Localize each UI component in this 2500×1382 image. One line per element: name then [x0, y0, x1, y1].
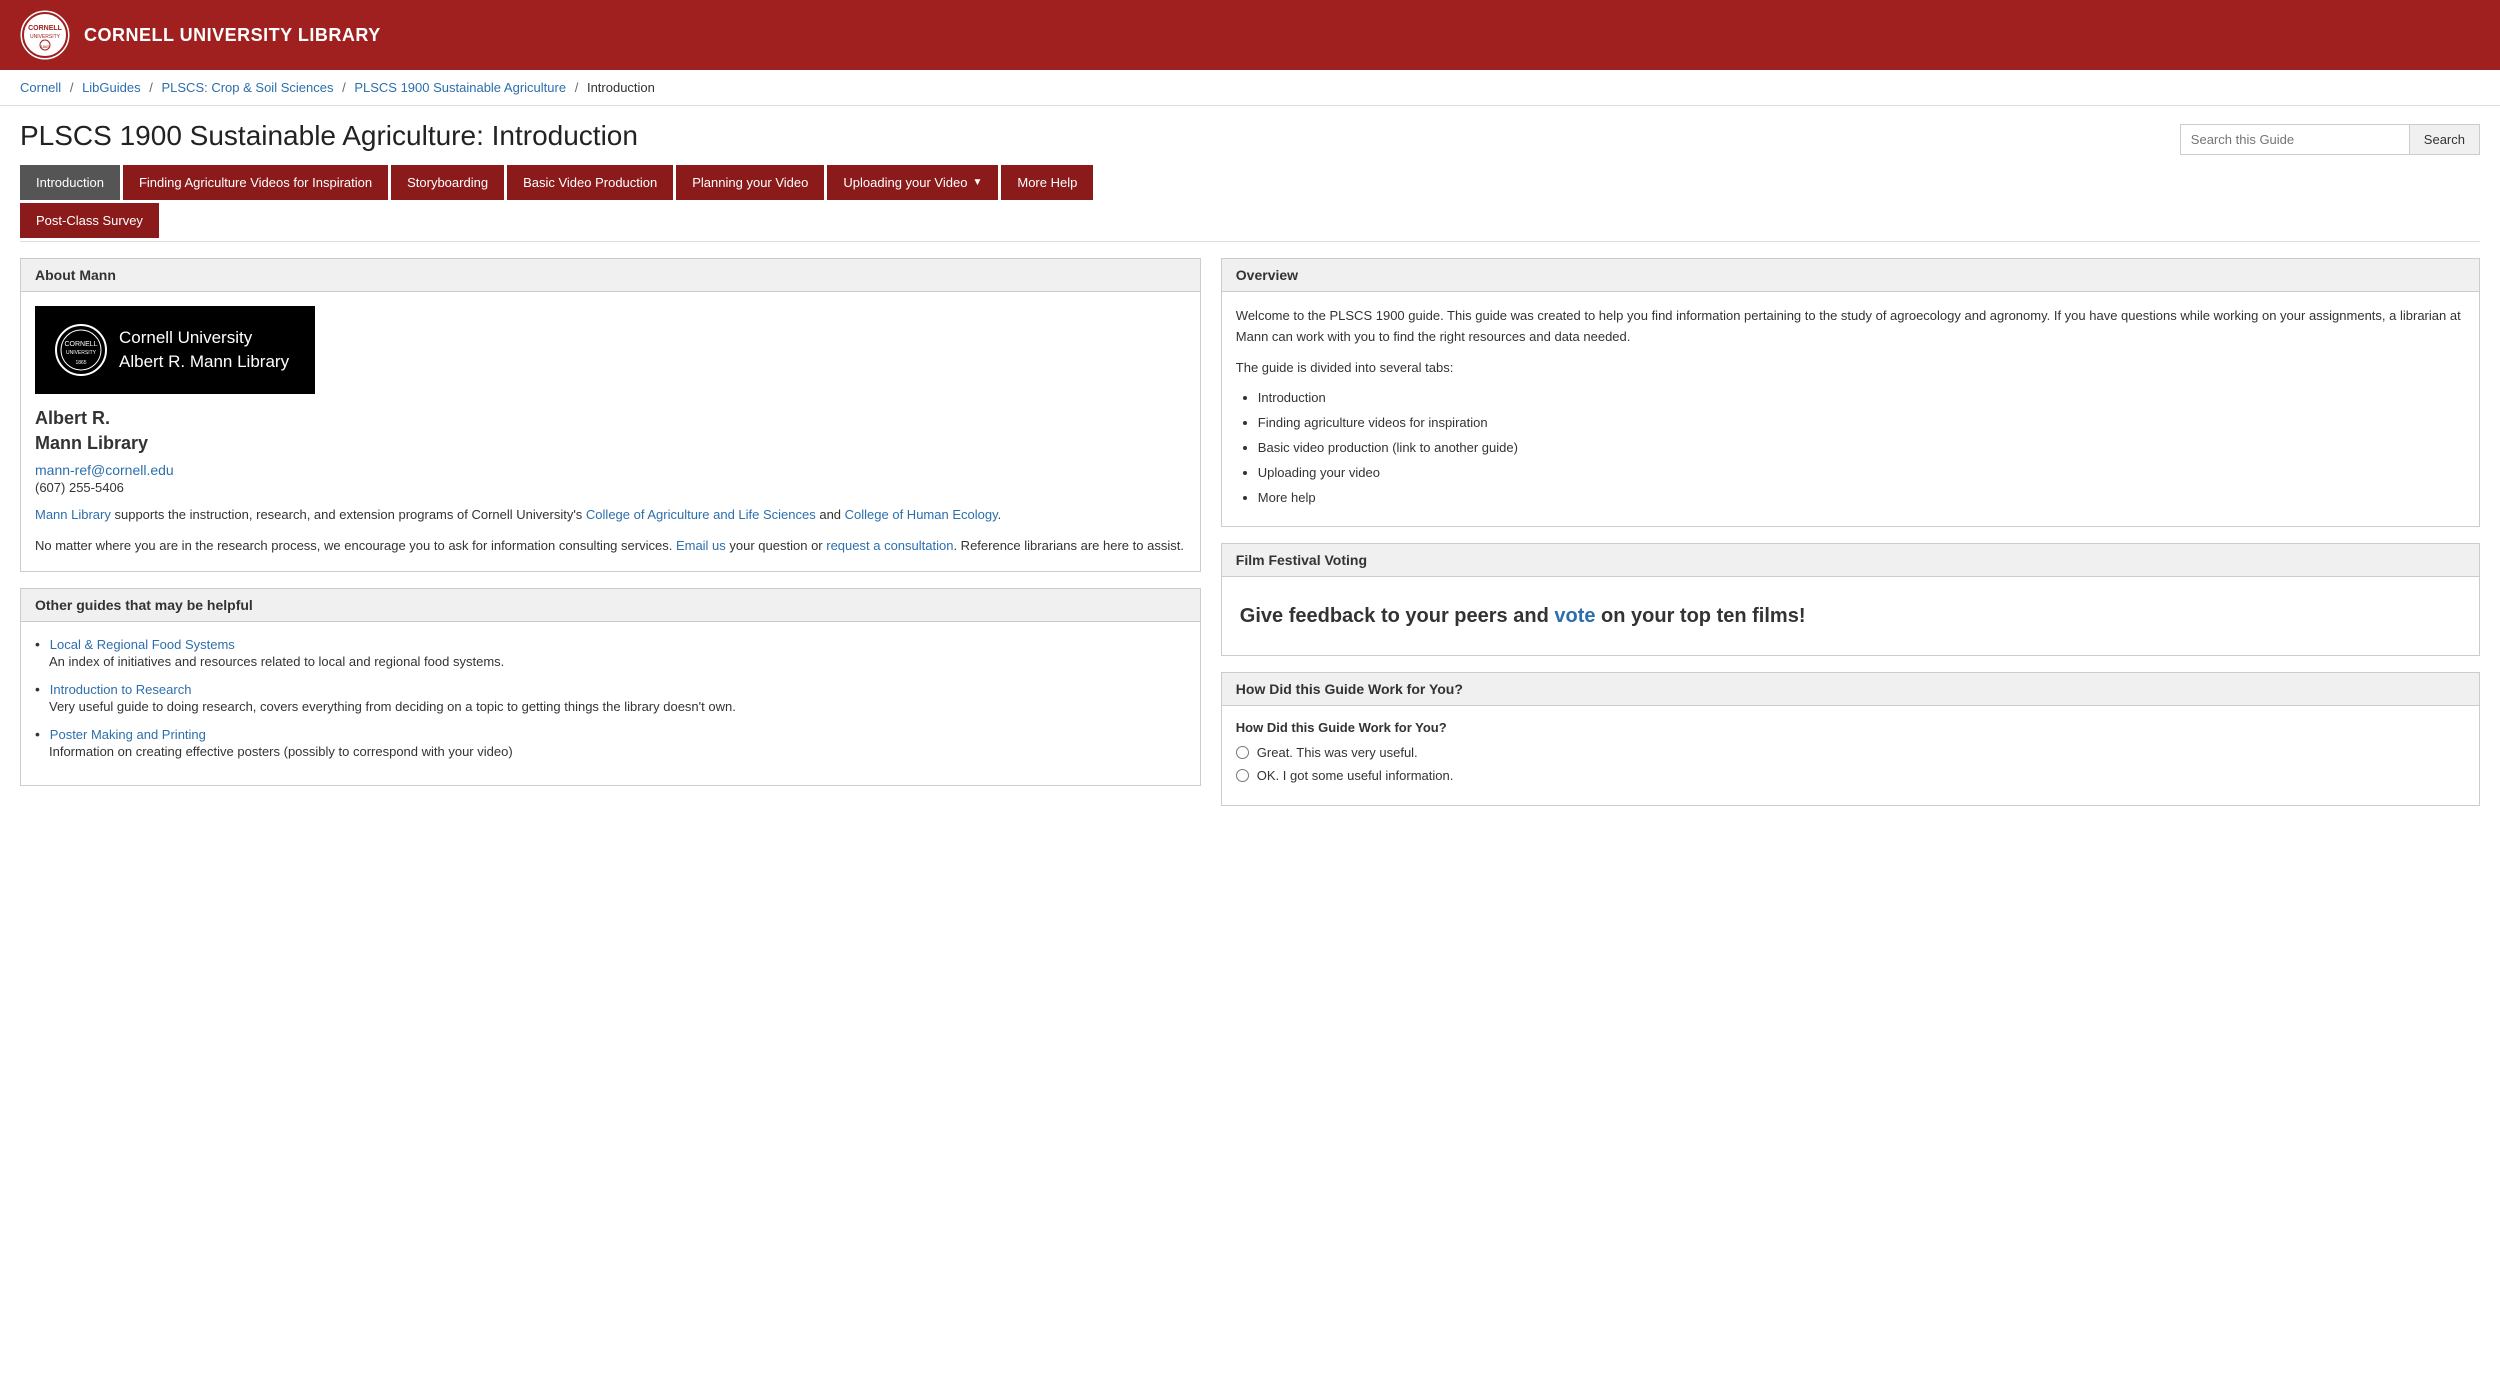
about-mann-body: CORNELL UNIVERSITY 1865 Cornell Universi… — [21, 292, 1200, 571]
overview-header: Overview — [1222, 259, 2479, 292]
mann-library-label: Mann Library — [35, 433, 1186, 454]
list-item: Basic video production (link to another … — [1258, 438, 2465, 459]
nav-tabs-row2: Post-Class Survey — [0, 203, 2500, 241]
survey-radio-great[interactable] — [1236, 746, 1249, 759]
about-mann-header: About Mann — [21, 259, 1200, 292]
right-column: Overview Welcome to the PLSCS 1900 guide… — [1221, 258, 2480, 822]
survey-label-ok: OK. I got some useful information. — [1257, 768, 1454, 783]
guide-desc-intro-research: Very useful guide to doing research, cov… — [35, 699, 1186, 714]
breadcrumb: Cornell / LibGuides / PLSCS: Crop & Soil… — [0, 70, 2500, 106]
about-mann-card: About Mann CORNELL UNIVERSITY 1865 Corn — [20, 258, 1201, 572]
overview-body: Welcome to the PLSCS 1900 guide. This gu… — [1222, 292, 2479, 526]
svg-text:1865: 1865 — [75, 360, 86, 366]
mann-library-image: CORNELL UNIVERSITY 1865 Cornell Universi… — [35, 306, 315, 394]
nav-tabs: Introduction Finding Agriculture Videos … — [0, 165, 2500, 203]
survey-label-great: Great. This was very useful. — [1257, 745, 1418, 760]
search-input[interactable] — [2180, 124, 2410, 155]
site-header: CORNELL UNIVERSITY 1865 CORNELL UNIVERSI… — [0, 0, 2500, 70]
svg-text:1865: 1865 — [41, 44, 51, 49]
mann-email[interactable]: mann-ref@cornell.edu — [35, 462, 1186, 478]
survey-body: How Did this Guide Work for You? Great. … — [1222, 706, 2479, 805]
mann-image-line1: Cornell University — [119, 326, 289, 350]
film-festival-body: Give feedback to your peers and vote on … — [1222, 577, 2479, 655]
tab-introduction[interactable]: Introduction — [20, 165, 120, 200]
overview-tab-list: Introduction Finding agriculture videos … — [1258, 388, 2465, 508]
mann-name: Albert R. — [35, 408, 1186, 429]
list-item: Introduction to Research Very useful gui… — [35, 681, 1186, 714]
mann-image-line2: Albert R. Mann Library — [119, 350, 289, 374]
search-area: Search — [2180, 124, 2480, 155]
svg-text:CORNELL: CORNELL — [64, 341, 97, 348]
film-festival-vote-link[interactable]: vote — [1554, 605, 1595, 627]
guide-link-intro-research[interactable]: Introduction to Research — [50, 682, 192, 697]
survey-card: How Did this Guide Work for You? How Did… — [1221, 672, 2480, 806]
overview-card: Overview Welcome to the PLSCS 1900 guide… — [1221, 258, 2480, 527]
email-us-link[interactable]: Email us — [676, 538, 726, 553]
page-title: PLSCS 1900 Sustainable Agriculture: Intr… — [20, 120, 638, 152]
other-guides-card: Other guides that may be helpful Local &… — [20, 588, 1201, 786]
list-item: Introduction — [1258, 388, 2465, 409]
overview-intro: Welcome to the PLSCS 1900 guide. This gu… — [1236, 306, 2465, 348]
survey-option-ok: OK. I got some useful information. — [1236, 768, 2465, 783]
tab-storyboarding[interactable]: Storyboarding — [391, 165, 504, 200]
guide-desc-poster-making: Information on creating effective poster… — [35, 744, 1186, 759]
film-festival-header: Film Festival Voting — [1222, 544, 2479, 577]
breadcrumb-libguides[interactable]: LibGuides — [82, 80, 141, 95]
request-consultation-link[interactable]: request a consultation — [826, 538, 953, 553]
tab-uploading-label: Uploading your Video — [843, 175, 967, 190]
search-button[interactable]: Search — [2410, 124, 2480, 155]
film-festival-before: Give feedback to your peers and — [1240, 605, 1555, 627]
svg-text:UNIVERSITY: UNIVERSITY — [30, 34, 61, 40]
survey-header: How Did this Guide Work for You? — [1222, 673, 2479, 706]
mann-consult-desc: No matter where you are in the research … — [35, 536, 1186, 557]
survey-option-great: Great. This was very useful. — [1236, 745, 2465, 760]
mann-phone: (607) 255-5406 — [35, 480, 1186, 495]
film-festival-after: on your top ten films! — [1595, 605, 1805, 627]
guide-list: Local & Regional Food Systems An index o… — [35, 636, 1186, 759]
breadcrumb-crop-soil[interactable]: PLSCS: Crop & Soil Sciences — [161, 80, 333, 95]
breadcrumb-cornell[interactable]: Cornell — [20, 80, 61, 95]
survey-sub-header: How Did this Guide Work for You? — [1236, 720, 2465, 735]
tab-more-help[interactable]: More Help — [1001, 165, 1093, 200]
list-item: Local & Regional Food Systems An index o… — [35, 636, 1186, 669]
tab-planning[interactable]: Planning your Video — [676, 165, 824, 200]
guide-link-food-systems[interactable]: Local & Regional Food Systems — [50, 637, 235, 652]
other-guides-body: Local & Regional Food Systems An index o… — [21, 622, 1200, 785]
svg-text:CORNELL: CORNELL — [28, 25, 63, 32]
guide-link-poster-making[interactable]: Poster Making and Printing — [50, 727, 206, 742]
breadcrumb-plscs1900[interactable]: PLSCS 1900 Sustainable Agriculture — [354, 80, 566, 95]
overview-tabs-label: The guide is divided into several tabs: — [1236, 358, 2465, 379]
cornell-seal-icon: CORNELL UNIVERSITY 1865 — [20, 10, 70, 60]
survey-radio-ok[interactable] — [1236, 769, 1249, 782]
list-item: Poster Making and Printing Information o… — [35, 726, 1186, 759]
page-title-area: PLSCS 1900 Sustainable Agriculture: Intr… — [0, 106, 2500, 165]
list-item: Uploading your video — [1258, 463, 2465, 484]
dropdown-arrow-icon: ▼ — [972, 177, 982, 188]
tab-uploading[interactable]: Uploading your Video ▼ — [827, 165, 998, 200]
other-guides-header: Other guides that may be helpful — [21, 589, 1200, 622]
main-content: About Mann CORNELL UNIVERSITY 1865 Corn — [0, 242, 2500, 838]
film-festival-card: Film Festival Voting Give feedback to yo… — [1221, 543, 2480, 656]
tab-basic-video[interactable]: Basic Video Production — [507, 165, 673, 200]
site-title: CORNELL UNIVERSITY LIBRARY — [84, 25, 381, 46]
mann-library-link[interactable]: Mann Library — [35, 507, 111, 522]
cals-link[interactable]: College of Agriculture and Life Sciences — [586, 507, 816, 522]
mann-description: Mann Library supports the instruction, r… — [35, 505, 1186, 526]
list-item: More help — [1258, 488, 2465, 509]
list-item: Finding agriculture videos for inspirati… — [1258, 413, 2465, 434]
tab-finding-videos[interactable]: Finding Agriculture Videos for Inspirati… — [123, 165, 388, 200]
cornell-seal-white-icon: CORNELL UNIVERSITY 1865 — [55, 324, 107, 376]
svg-text:UNIVERSITY: UNIVERSITY — [66, 350, 97, 356]
tab-post-class-survey[interactable]: Post-Class Survey — [20, 203, 159, 238]
film-festival-text: Give feedback to your peers and vote on … — [1236, 591, 2465, 641]
guide-desc-food-systems: An index of initiatives and resources re… — [35, 654, 1186, 669]
left-column: About Mann CORNELL UNIVERSITY 1865 Corn — [20, 258, 1201, 822]
che-link[interactable]: College of Human Ecology — [845, 507, 998, 522]
breadcrumb-current: Introduction — [587, 80, 655, 95]
